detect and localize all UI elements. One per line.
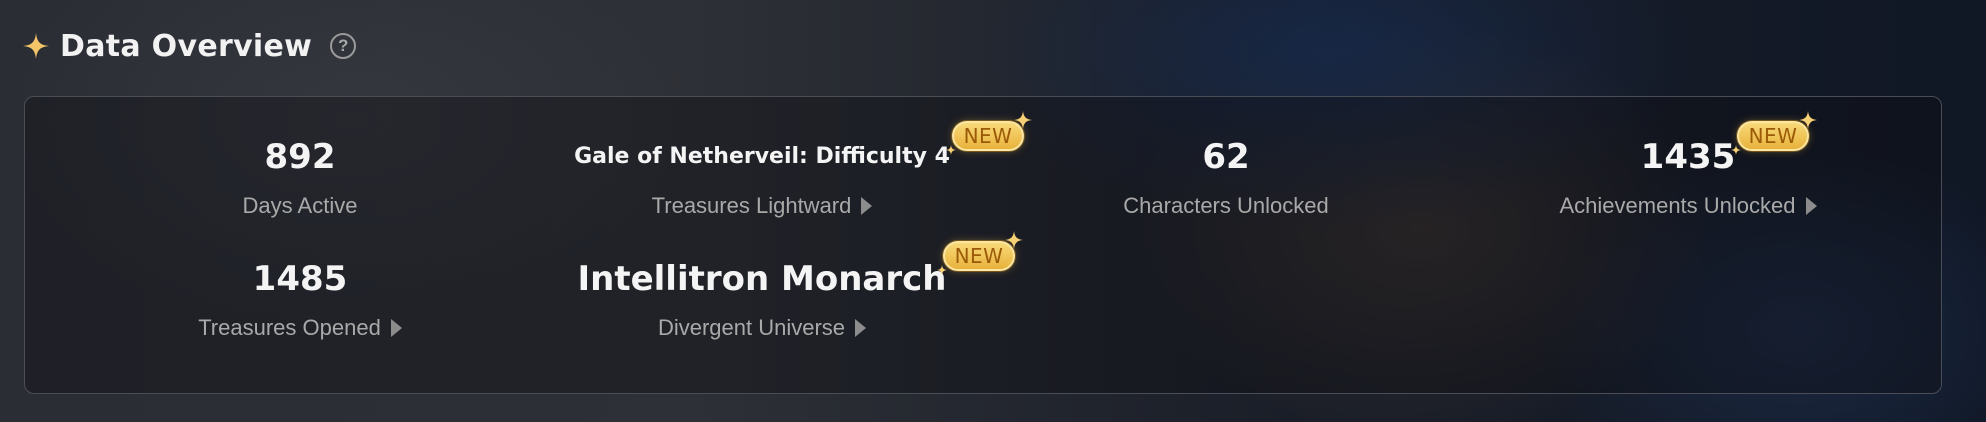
- stat-days-active: 892 Days Active: [65, 137, 535, 219]
- stat-value: 1435: [1640, 137, 1736, 177]
- stat-label-text: Treasures Lightward: [651, 193, 852, 218]
- treasures-lightward-link[interactable]: Treasures Lightward: [527, 193, 997, 219]
- stat-label-text: Characters Unlocked: [1123, 193, 1329, 218]
- stat-treasures-opened: 1485 Treasures Opened: [65, 259, 535, 341]
- sparkle-icon: [946, 145, 956, 155]
- stat-label: Characters Unlocked: [991, 193, 1461, 219]
- chevron-right-icon: [390, 319, 402, 337]
- sparkle-icon: [1014, 111, 1032, 129]
- new-badge: NEW: [1731, 111, 1817, 157]
- stat-value: 1485: [252, 259, 348, 299]
- stat-label-text: Treasures Opened: [198, 315, 381, 340]
- divergent-universe-link[interactable]: Divergent Universe: [527, 315, 997, 341]
- stat-divergent-universe: Intellitron Monarch Divergent Universe: [527, 259, 997, 341]
- sparkle-icon: [1005, 231, 1023, 249]
- data-overview-panel: 892 Days Active Gale of Netherveil: Diff…: [24, 96, 1942, 394]
- help-icon[interactable]: ?: [330, 33, 357, 59]
- stat-achievements-unlocked: 1435 Achievements Unlocked: [1453, 137, 1923, 219]
- stat-value: 62: [1202, 137, 1250, 177]
- stat-label-text: Divergent Universe: [657, 315, 846, 340]
- stat-label: Days Active: [65, 193, 535, 219]
- stat-treasures-lightward: Gale of Netherveil: Difficulty 4 Treasur…: [527, 137, 997, 219]
- stat-characters-unlocked: 62 Characters Unlocked: [991, 137, 1461, 219]
- chevron-right-icon: [1805, 197, 1817, 215]
- stat-value: 892: [264, 137, 336, 177]
- section-title: Data Overview: [60, 28, 313, 64]
- stat-label-text: Achievements Unlocked: [1559, 193, 1796, 218]
- chevron-right-icon: [855, 319, 867, 337]
- sparkle-icon: [937, 265, 947, 275]
- sparkle-icon: [1731, 145, 1741, 155]
- treasures-opened-link[interactable]: Treasures Opened: [65, 315, 535, 341]
- stat-value: Gale of Netherveil: Difficulty 4: [574, 144, 950, 169]
- chevron-right-icon: [861, 197, 873, 215]
- section-header: Data Overview ?: [22, 24, 357, 68]
- sparkle-icon: [1799, 111, 1817, 129]
- stat-value: Intellitron Monarch: [577, 259, 947, 299]
- sparkle-icon: [23, 33, 49, 59]
- new-badge: NEW: [937, 231, 1023, 277]
- stat-label-text: Days Active: [242, 193, 358, 218]
- achievements-unlocked-link[interactable]: Achievements Unlocked: [1453, 193, 1923, 219]
